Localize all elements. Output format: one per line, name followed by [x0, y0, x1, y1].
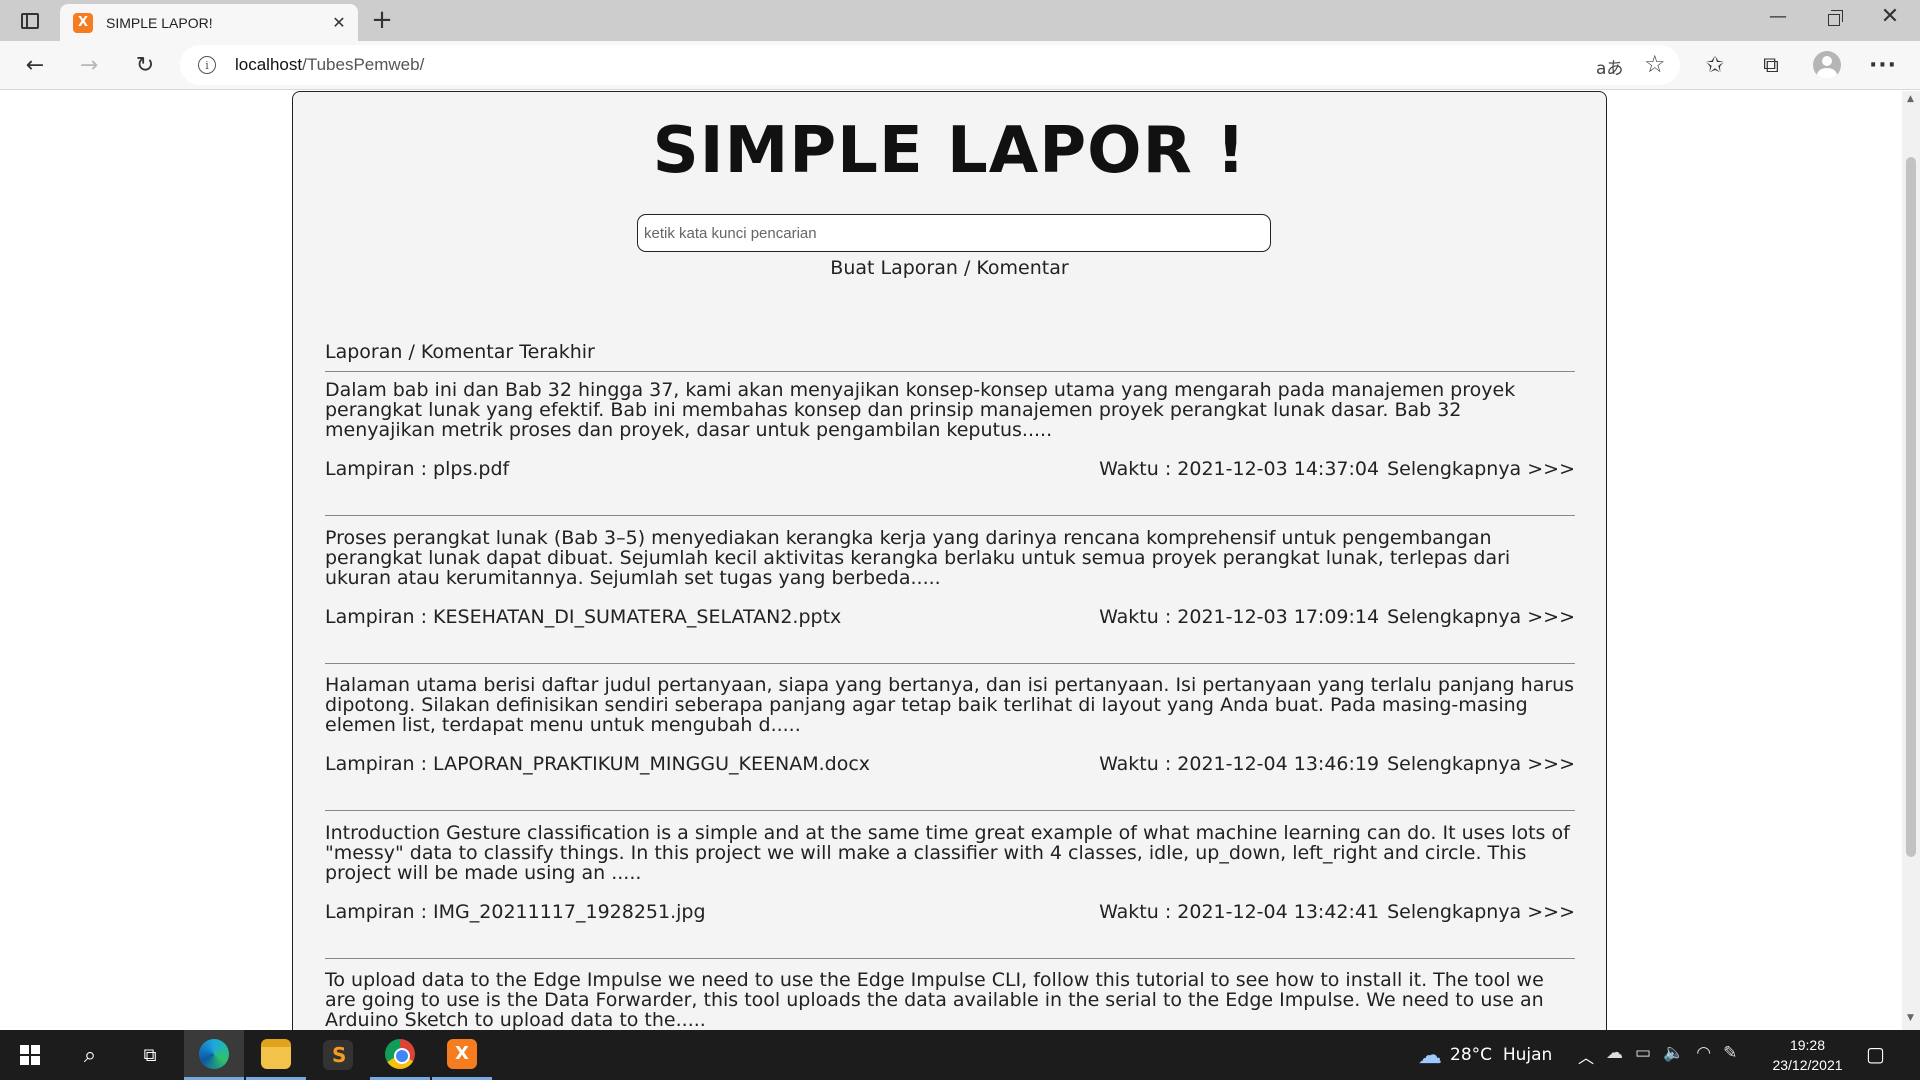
- taskbar-search-icon[interactable]: ⌕: [60, 1030, 120, 1080]
- post-time: Waktu : 2021-12-04 13:42:41: [1099, 900, 1380, 923]
- address-bar[interactable]: i localhost/TubesPemweb/ aあ ☆: [180, 45, 1680, 85]
- collections-icon[interactable]: ⧉: [1756, 50, 1786, 80]
- windows-start-icon[interactable]: [0, 1030, 60, 1080]
- xampp-taskbar-icon[interactable]: X: [432, 1030, 492, 1080]
- section-title: Laporan / Komentar Terakhir: [325, 341, 595, 363]
- vertical-scrollbar[interactable]: ▲ ▼: [1902, 91, 1920, 1030]
- xampp-favicon-icon: X: [73, 12, 93, 33]
- post-attachment: Lampiran : IMG_20211117_1928251.jpg: [325, 900, 706, 923]
- cloud-rain-icon: ☁: [1418, 1041, 1442, 1069]
- url-host: localhost: [235, 55, 303, 74]
- chrome-taskbar-icon[interactable]: [370, 1030, 430, 1080]
- scroll-down-arrow-icon[interactable]: ▼: [1907, 1013, 1914, 1023]
- post-meta: Waktu : 2021-12-04 13:42:41 Selengkapnya …: [1099, 901, 1575, 923]
- tray-chevron-up-icon[interactable]: ︿: [1578, 1044, 1594, 1068]
- post-item: To upload data to the Edge Impulse we ne…: [325, 970, 1575, 1030]
- system-tray: ☁ ▭ 🔈 ◠ ✎: [1606, 1043, 1737, 1063]
- page-title: SIMPLE LAPOR !: [652, 114, 1247, 188]
- search-input[interactable]: [637, 214, 1271, 252]
- scroll-up-arrow-icon[interactable]: ▲: [1907, 94, 1914, 104]
- task-view-icon[interactable]: ⧉: [120, 1030, 180, 1080]
- taskbar-clock[interactable]: 19:28 23/12/2021: [1760, 1035, 1855, 1075]
- site-info-icon[interactable]: i: [198, 56, 216, 74]
- post-meta: Waktu : 2021-12-03 14:37:04 Selengkapnya …: [1099, 458, 1575, 480]
- wifi-icon[interactable]: ◠: [1696, 1043, 1711, 1063]
- post-item: Halaman utama berisi daftar judul pertan…: [325, 675, 1575, 823]
- main-card: SIMPLE LAPOR ! Buat Laporan / Komentar L…: [292, 91, 1607, 1030]
- url-path: /TubesPemweb/: [302, 55, 425, 74]
- post-body: To upload data to the Edge Impulse we ne…: [325, 969, 1544, 1030]
- browser-tab[interactable]: X SIMPLE LAPOR! ✕: [60, 4, 358, 41]
- post-time: Waktu : 2021-12-03 17:09:14: [1099, 605, 1380, 628]
- create-report-link[interactable]: Buat Laporan / Komentar: [293, 257, 1606, 279]
- profile-avatar-icon[interactable]: [1812, 50, 1842, 80]
- read-aloud-icon[interactable]: aあ: [1596, 54, 1623, 79]
- clock-time: 19:28: [1789, 1037, 1826, 1053]
- post-item: Proses perangkat lunak (Bab 3–5) menyedi…: [325, 528, 1575, 676]
- notifications-icon[interactable]: ▢: [1866, 1042, 1885, 1066]
- post-list: Dalam bab ini dan Bab 32 hingga 37, kami…: [325, 380, 1575, 1030]
- forward-arrow-icon[interactable]: →: [74, 50, 104, 80]
- pen-icon[interactable]: ✎: [1723, 1043, 1737, 1063]
- divider: [325, 515, 1575, 516]
- divider: [325, 662, 1575, 664]
- new-tab-button[interactable]: +: [368, 5, 396, 35]
- browser-tab-bar: X SIMPLE LAPOR! ✕ + — ✕: [0, 0, 1920, 41]
- post-body: Proses perangkat lunak (Bab 3–5) menyedi…: [325, 526, 1511, 589]
- read-more-link[interactable]: Selengkapnya >>>: [1387, 606, 1575, 628]
- weather-widget[interactable]: ☁ 28°C Hujan: [1418, 1030, 1552, 1080]
- post-meta: Waktu : 2021-12-04 13:46:19 Selengkapnya …: [1099, 753, 1575, 775]
- post-time: Waktu : 2021-12-04 13:46:19: [1099, 753, 1380, 775]
- url-text[interactable]: localhost/TubesPemweb/: [235, 55, 424, 75]
- post-time: Waktu : 2021-12-03 14:37:04: [1099, 458, 1380, 480]
- post-attachment: Lampiran : plps.pdf: [325, 458, 510, 480]
- windows-taskbar: ⌕ ⧉ X ☁ 28°C Hujan ︿ ☁ ▭ 🔈 ◠ ✎ 19:28 23/…: [0, 1030, 1920, 1080]
- edge-taskbar-icon[interactable]: [184, 1030, 244, 1080]
- tab-close-icon[interactable]: ✕: [330, 13, 348, 32]
- volume-icon[interactable]: 🔈: [1663, 1043, 1684, 1063]
- sublime-text-taskbar-icon[interactable]: [308, 1030, 368, 1080]
- reload-icon[interactable]: ↻: [130, 50, 160, 80]
- more-options-icon[interactable]: ···: [1868, 50, 1898, 80]
- onedrive-icon[interactable]: ☁: [1606, 1043, 1623, 1063]
- back-arrow-icon[interactable]: ←: [20, 50, 50, 80]
- weather-condition: Hujan: [1502, 1045, 1553, 1065]
- tab-actions-icon[interactable]: [14, 8, 46, 34]
- read-more-link[interactable]: Selengkapnya >>>: [1387, 901, 1575, 923]
- read-more-link[interactable]: Selengkapnya >>>: [1387, 458, 1575, 480]
- post-attachment: Lampiran : LAPORAN_PRAKTIKUM_MINGGU_KEEN…: [325, 753, 871, 775]
- post-item: Introduction Gesture classification is a…: [325, 823, 1575, 971]
- divider: [325, 371, 1575, 372]
- favorites-icon[interactable]: ✩: [1700, 50, 1730, 80]
- divider: [325, 957, 1575, 959]
- post-body: Dalam bab ini dan Bab 32 hingga 37, kami…: [325, 379, 1516, 441]
- page-viewport: SIMPLE LAPOR ! Buat Laporan / Komentar L…: [0, 91, 1902, 1030]
- file-explorer-taskbar-icon[interactable]: [246, 1030, 306, 1080]
- post-meta: Waktu : 2021-12-03 17:09:14 Selengkapnya …: [1099, 606, 1575, 628]
- scrollbar-thumb[interactable]: [1906, 157, 1916, 857]
- post-body: Introduction Gesture classification is a…: [325, 821, 1570, 884]
- window-restore-button[interactable]: [1820, 6, 1848, 34]
- add-favorite-star-icon[interactable]: ☆: [1644, 50, 1666, 78]
- post-body: Halaman utama berisi daftar judul pertan…: [325, 674, 1575, 736]
- read-more-link[interactable]: Selengkapnya >>>: [1387, 753, 1575, 775]
- window-close-button[interactable]: ✕: [1876, 4, 1904, 29]
- post-item: Dalam bab ini dan Bab 32 hingga 37, kami…: [325, 380, 1575, 528]
- browser-toolbar: ← → ↻ i localhost/TubesPemweb/ aあ ☆ ✩ ⧉ …: [0, 41, 1920, 90]
- divider: [325, 810, 1575, 811]
- window-minimize-button[interactable]: —: [1764, 6, 1792, 27]
- tab-title: SIMPLE LAPOR!: [106, 14, 213, 31]
- clock-date: 23/12/2021: [1772, 1057, 1843, 1073]
- weather-temp: 28°C: [1450, 1045, 1493, 1065]
- battery-icon[interactable]: ▭: [1635, 1043, 1651, 1063]
- post-attachment: Lampiran : KESEHATAN_DI_SUMATERA_SELATAN…: [325, 605, 842, 628]
